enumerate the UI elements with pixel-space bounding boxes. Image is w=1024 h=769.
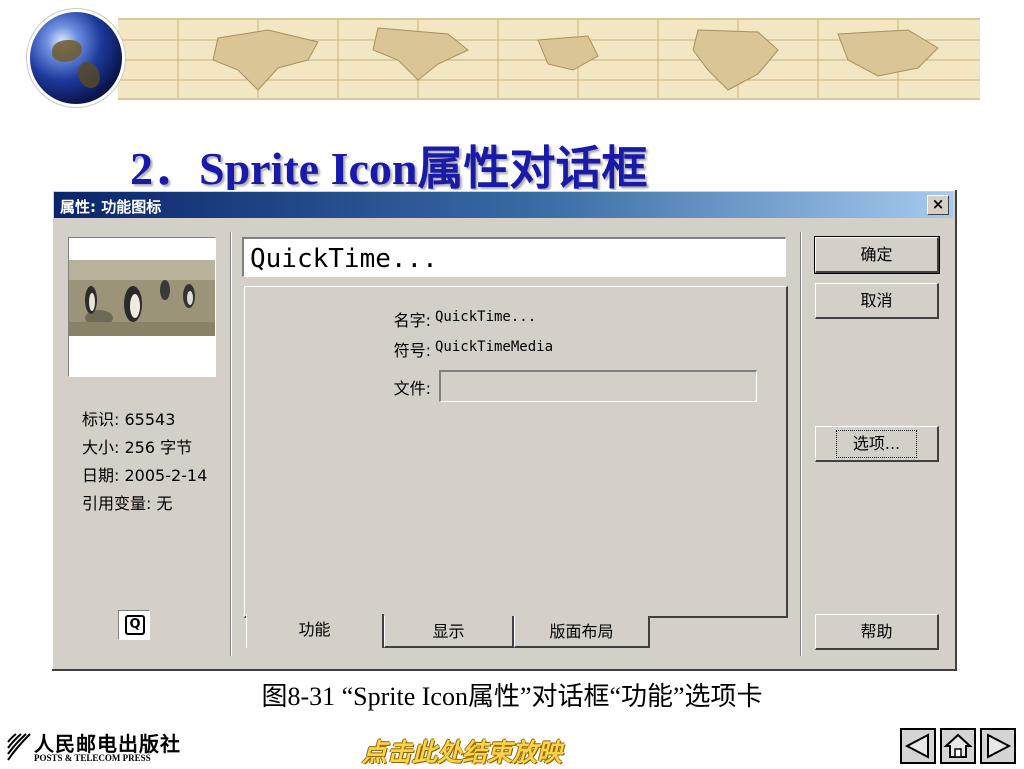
- options-button[interactable]: 选项...: [815, 426, 939, 462]
- file-input[interactable]: [439, 370, 757, 402]
- info-refs: 引用变量: 无: [82, 494, 173, 513]
- sprite-preview: [68, 237, 216, 377]
- tab-layout[interactable]: 版面布局: [514, 616, 650, 648]
- home-icon: [943, 733, 973, 758]
- info-size: 大小: 256 字节: [82, 438, 193, 457]
- help-button[interactable]: 帮助: [815, 614, 939, 650]
- world-map-icon: [118, 20, 980, 98]
- prev-slide-button[interactable]: [900, 728, 936, 764]
- publisher-name-en: POSTS & TELECOM PRESS: [34, 753, 151, 763]
- sprite-icon-properties-dialog: 属性: 功能图标 × 标识: 65543 大小: 256 字节 日期: 2005…: [52, 190, 957, 671]
- options-button-label: 选项...: [835, 430, 918, 458]
- quicktime-glyph: Q: [125, 615, 145, 635]
- right-divider: [800, 232, 802, 656]
- name-label: 名字:: [393, 311, 431, 330]
- symbol-value: QuickTimeMedia: [435, 339, 554, 355]
- info-id: 标识: 65543: [82, 410, 176, 429]
- info-date: 日期: 2005-2-14: [82, 466, 208, 485]
- penguin-image: [69, 260, 215, 336]
- name-value: QuickTime...: [435, 309, 537, 325]
- next-slide-icon: [987, 733, 1012, 759]
- sprite-name-input[interactable]: QuickTime...: [242, 237, 786, 277]
- publisher-logo-icon: [7, 733, 31, 761]
- tab-function[interactable]: 功能: [246, 614, 384, 648]
- globe-icon: [30, 12, 122, 104]
- world-map-banner: [118, 18, 980, 100]
- next-slide-button[interactable]: [980, 728, 1016, 764]
- tab-display[interactable]: 显示: [384, 616, 514, 648]
- dialog-titlebar[interactable]: 属性: 功能图标 ×: [54, 192, 953, 218]
- figure-caption: 图8-31 “Sprite Icon属性”对话框“功能”选项卡: [261, 682, 763, 711]
- function-tab-panel: 名字: QuickTime... 符号: QuickTimeMedia 文件:: [244, 286, 788, 618]
- quicktime-icon: Q: [118, 610, 150, 640]
- file-label: 文件:: [393, 379, 431, 398]
- end-show-link[interactable]: 点击此处结束放映: [362, 733, 562, 769]
- prev-slide-icon: [904, 733, 929, 759]
- slide-title: 2．Sprite Icon属性对话框: [130, 143, 648, 194]
- ok-button[interactable]: 确定: [814, 236, 940, 274]
- publisher-logo: 人民邮电出版社 POSTS & TELECOM PRESS: [6, 728, 196, 766]
- cancel-button[interactable]: 取消: [815, 283, 939, 319]
- symbol-label: 符号:: [393, 341, 431, 360]
- home-button[interactable]: [940, 728, 976, 764]
- close-icon: ×: [931, 195, 945, 213]
- dialog-title: 属性: 功能图标: [60, 198, 162, 216]
- close-button[interactable]: ×: [927, 195, 949, 215]
- left-divider: [230, 232, 232, 656]
